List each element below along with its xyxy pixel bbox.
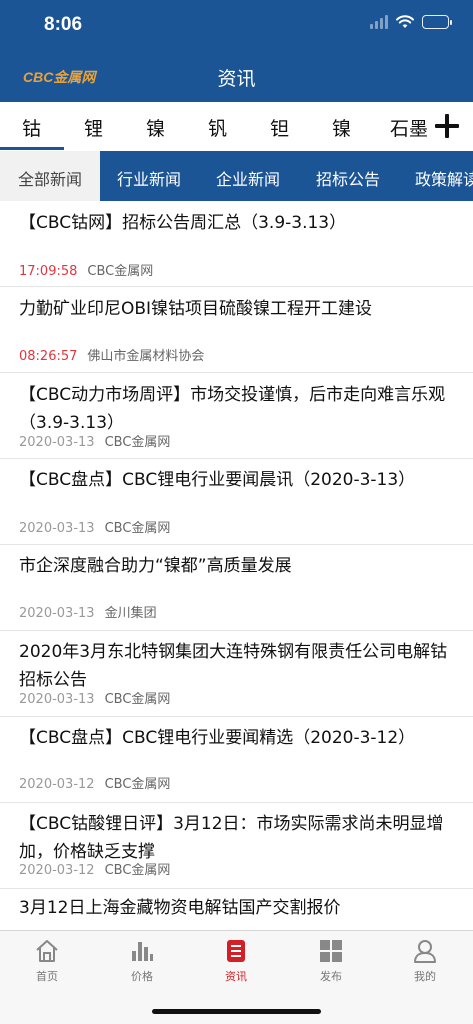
news-meta: 2020-03-12 CBC金属网 xyxy=(19,859,170,878)
grid-icon xyxy=(320,940,342,962)
news-item[interactable]: 市企深度融合助力“镍都”高质量发展 2020-03-13 金川集团 xyxy=(0,545,473,631)
news-source: CBC金属网 xyxy=(104,692,171,707)
news-title: 市企深度融合助力“镍都”高质量发展 xyxy=(19,556,292,576)
news-item[interactable]: 【CBC钴酸锂日评】3月12日：市场实际需求尚未明显增加，价格缺乏支撑 2020… xyxy=(0,803,473,889)
tab-company-news[interactable]: 企业新闻 xyxy=(216,166,280,190)
metal-tab-lithium[interactable]: 锂 xyxy=(84,114,103,141)
news-title: 力勤矿业印尼OBI镍钴项目硫酸镍工程开工建设 xyxy=(19,299,373,319)
news-meta: 08:26:57 佛山市金属材料协会 xyxy=(19,345,204,364)
tab-home[interactable]: 首页 xyxy=(0,931,94,995)
wifi-icon xyxy=(396,15,414,28)
news-item[interactable]: 【CBC盘点】CBC锂电行业要闻晨讯（2020-3-13） 2020-03-13… xyxy=(0,459,473,545)
news-meta: 2020-03-12 CBC金属网 xyxy=(19,773,170,792)
news-item[interactable]: 2020年3月东北特钢集团大连特殊钢有限责任公司电解钴招标公告 2020-03-… xyxy=(0,631,473,717)
news-icon xyxy=(227,940,245,962)
news-title: 【CBC盘点】CBC锂电行业要闻精选（2020-3-12） xyxy=(19,728,416,748)
tab-label: 价格 xyxy=(131,970,153,983)
news-time: 08:26:57 xyxy=(19,349,78,364)
metal-tab-graphite[interactable]: 石墨 xyxy=(390,114,428,141)
news-time: 2020-03-13 xyxy=(19,435,95,450)
news-time: 2020-03-12 xyxy=(19,863,95,878)
bar-chart-icon xyxy=(132,942,153,961)
news-meta: 2020-03-13 金川集团 xyxy=(19,602,157,621)
news-time: 2020-03-13 xyxy=(19,692,95,707)
metal-tab-nickel-2[interactable]: 镍 xyxy=(332,114,351,141)
status-time: 8:06 xyxy=(44,14,83,35)
nav-bar: CBC金属网 资讯 xyxy=(0,52,473,102)
metal-tab-cobalt[interactable]: 钴 xyxy=(22,114,41,141)
metal-tab-vanadium[interactable]: 钒 xyxy=(208,114,227,141)
news-source: CBC金属网 xyxy=(87,264,154,279)
news-item[interactable]: 【CBC钴网】招标公告周汇总（3.9-3.13） 17:09:58 CBC金属网 xyxy=(0,201,473,287)
news-source: CBC金属网 xyxy=(104,435,171,450)
tab-profile[interactable]: 我的 xyxy=(378,931,472,995)
news-meta: 17:09:58 CBC金属网 xyxy=(19,260,153,279)
tab-publish[interactable]: 发布 xyxy=(284,931,378,995)
tab-tender-notices[interactable]: 招标公告 xyxy=(316,166,380,190)
page-title: 资讯 xyxy=(217,68,256,90)
tab-label: 发布 xyxy=(320,970,342,983)
news-meta: 2020-03-13 CBC金属网 xyxy=(19,517,170,536)
status-icons xyxy=(370,15,452,29)
news-title: 【CBC钴酸锂日评】3月12日：市场实际需求尚未明显增加，价格缺乏支撑 xyxy=(19,814,444,862)
plus-icon[interactable] xyxy=(435,114,459,138)
news-time: 2020-03-13 xyxy=(19,521,95,536)
news-source: CBC金属网 xyxy=(104,521,171,536)
news-source: CBC金属网 xyxy=(104,777,171,792)
news-item[interactable]: 3月12日上海金藏物资电解钴国产交割报价 xyxy=(0,889,473,930)
news-title: 【CBC动力市场周评】市场交投谨慎，后市走向难言乐观（3.9-3.13） xyxy=(19,385,446,433)
news-meta: 2020-03-13 CBC金属网 xyxy=(19,431,170,450)
metal-tabs: 钴 锂 镍 钒 钽 镍 石墨 xyxy=(0,102,473,151)
metal-tab-indicator xyxy=(0,147,64,150)
status-bar: 8:06 xyxy=(0,0,473,52)
news-source: 佛山市金属材料协会 xyxy=(87,349,205,364)
news-meta: 2020-03-13 CBC金属网 xyxy=(19,688,170,707)
home-indicator xyxy=(152,1009,321,1014)
news-title: 【CBC盘点】CBC锂电行业要闻晨讯（2020-3-13） xyxy=(19,470,416,490)
tab-price[interactable]: 价格 xyxy=(95,931,189,995)
tab-label: 资讯 xyxy=(225,970,247,983)
news-title: 2020年3月东北特钢集团大连特殊钢有限责任公司电解钴招标公告 xyxy=(19,642,448,690)
news-time: 2020-03-13 xyxy=(19,606,95,621)
tab-policy[interactable]: 政策解读 xyxy=(415,166,473,190)
news-source: 金川集团 xyxy=(104,606,157,621)
news-time: 17:09:58 xyxy=(19,264,78,279)
tab-industry-news[interactable]: 行业新闻 xyxy=(117,166,181,190)
tab-news[interactable]: 资讯 xyxy=(189,931,283,995)
news-time: 2020-03-12 xyxy=(19,777,95,792)
news-item[interactable]: 力勤矿业印尼OBI镍钴项目硫酸镍工程开工建设 08:26:57 佛山市金属材料协会 xyxy=(0,287,473,373)
news-item[interactable]: 【CBC动力市场周评】市场交投谨慎，后市走向难言乐观（3.9-3.13） 202… xyxy=(0,373,473,459)
battery-icon xyxy=(422,15,452,29)
user-icon xyxy=(414,940,436,963)
metal-tab-tantalum[interactable]: 钽 xyxy=(270,114,289,141)
home-icon xyxy=(36,940,58,962)
news-title: 【CBC钴网】招标公告周汇总（3.9-3.13） xyxy=(19,213,347,233)
metal-tab-nickel[interactable]: 镍 xyxy=(146,114,165,141)
tab-label: 我的 xyxy=(414,970,436,983)
news-source: CBC金属网 xyxy=(104,863,171,878)
signal-icon xyxy=(370,15,388,29)
tab-label: 首页 xyxy=(36,970,58,983)
news-item[interactable]: 【CBC盘点】CBC锂电行业要闻精选（2020-3-12） 2020-03-12… xyxy=(0,717,473,803)
tab-all-news[interactable]: 全部新闻 xyxy=(18,166,82,190)
category-tabs: 全部新闻 行业新闻 企业新闻 招标公告 政策解读 xyxy=(0,151,473,201)
news-title: 3月12日上海金藏物资电解钴国产交割报价 xyxy=(19,898,341,918)
